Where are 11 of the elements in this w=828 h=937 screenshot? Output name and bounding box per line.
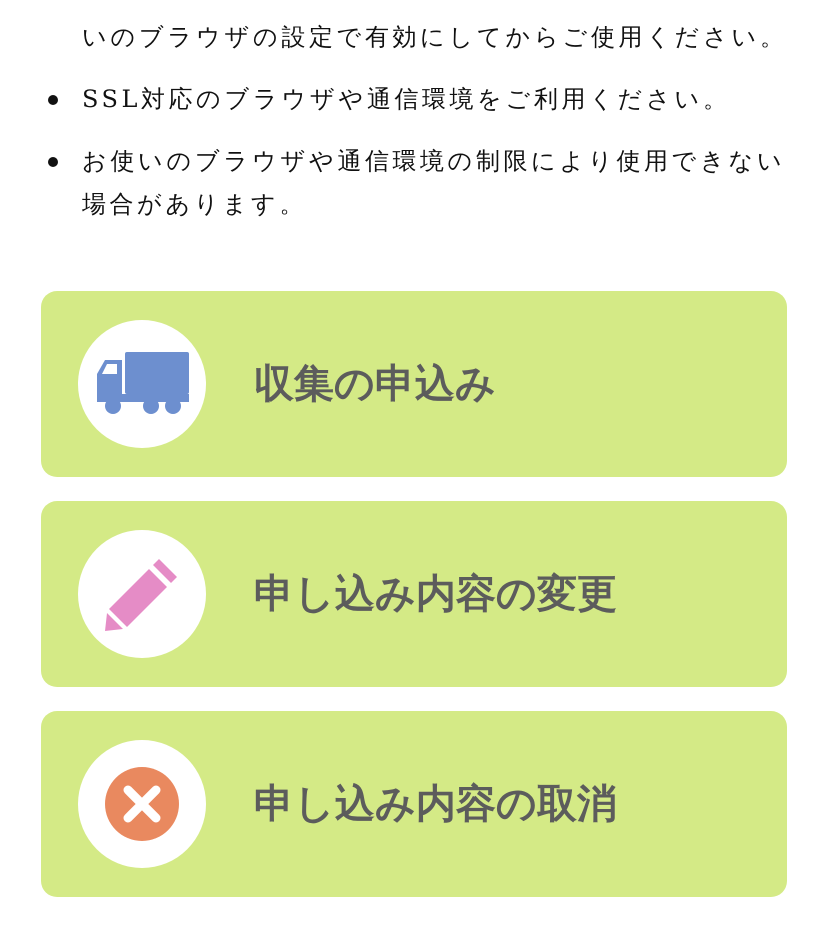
bullet-icon <box>48 157 58 167</box>
menu-button[interactable]: 申し込み内容の変更 <box>41 501 787 687</box>
menu-button[interactable]: 収集の申込み <box>41 291 787 477</box>
close-icon <box>104 766 180 842</box>
note-text: お使いのブラウザや通信環境の制限により使用できない場合があります。 <box>82 146 786 220</box>
bullet-icon <box>48 95 58 105</box>
truck-icon <box>95 352 189 416</box>
pencil-icon <box>105 557 179 631</box>
note-text: SSL対応のブラウザや通信環境をご利用ください。 <box>82 84 730 115</box>
menu-button[interactable]: 申し込み内容の取消 <box>41 711 787 897</box>
note-text: いのブラウザの設定で有効にしてからご使用ください。 <box>82 22 788 53</box>
